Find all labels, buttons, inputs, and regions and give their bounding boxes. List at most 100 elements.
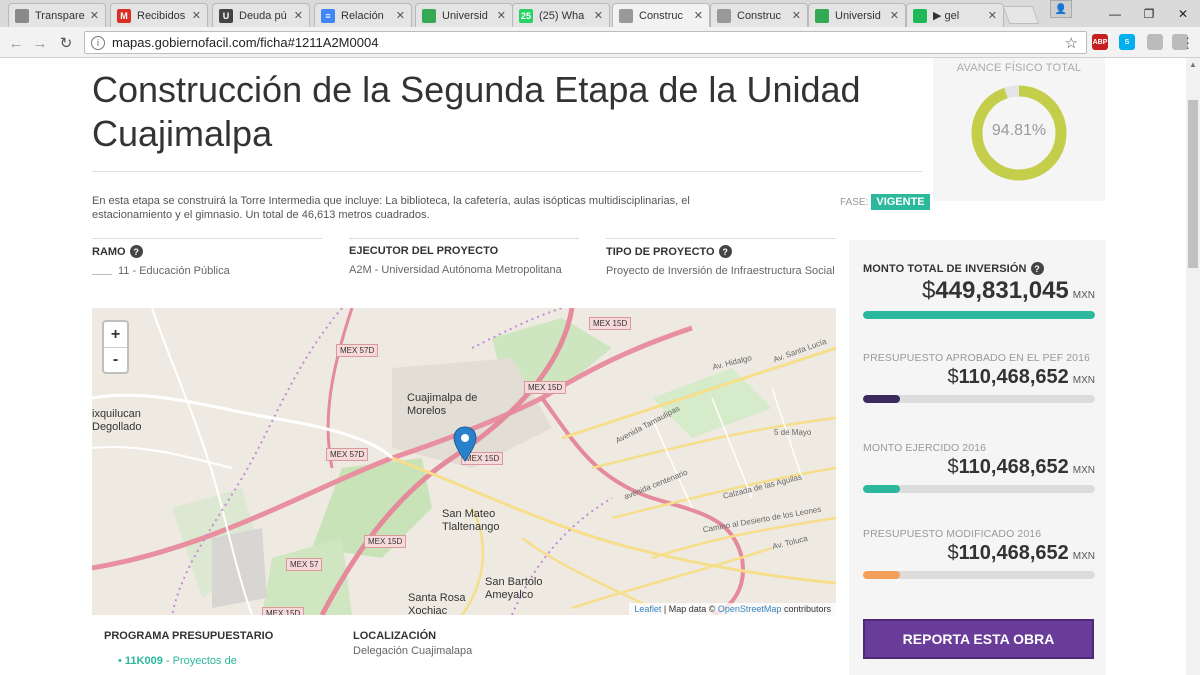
ramo-value: 11 - Educación Pública — [118, 265, 230, 277]
close-tab-icon[interactable]: ✕ — [594, 9, 603, 22]
browser-tab[interactable]: Construc ✕ — [612, 3, 710, 27]
map-label-huixquilucan: ixquilucan Degollado — [92, 408, 142, 433]
localizacion-value: Delegación Cuajimalapa — [353, 645, 473, 657]
map-shield-mex57d: MEX 57D — [326, 448, 369, 461]
close-tab-icon[interactable]: ✕ — [294, 9, 303, 22]
spotify-icon — [913, 8, 927, 23]
forward-icon[interactable]: → — [30, 33, 50, 53]
close-tab-icon[interactable]: ✕ — [90, 9, 99, 22]
browser-tab[interactable]: Universid ✕ — [415, 3, 513, 27]
total-investment: MONTO TOTAL DE INVERSIÓN? $449,831,045 MX… — [863, 262, 1095, 319]
browser-tab[interactable]: ≡ Relación ✕ — [314, 3, 412, 27]
map-attribution: Leaflet | Map data © OpenStreetMap contr… — [629, 603, 836, 615]
browser-tab[interactable]: Transpare ✕ — [8, 3, 106, 27]
currency-sign: $ — [947, 456, 959, 478]
gmail-icon: M — [117, 8, 131, 23]
bookmark-star-icon[interactable]: ☆ — [1065, 34, 1078, 52]
extension-icon[interactable] — [1147, 34, 1163, 50]
browser-tab[interactable]: M Recibidos ✕ — [110, 3, 208, 27]
address-bar[interactable]: i mapas.gobiernofacil.com/ficha#1211A2M0… — [84, 31, 1087, 54]
total-investment-amount: 449,831,045 — [935, 277, 1069, 304]
close-tab-icon[interactable]: ✕ — [988, 9, 997, 22]
map-shield-mex15d: MEX 15D — [262, 607, 305, 615]
tab-title: ▶ gel — [933, 10, 960, 22]
investment-item: PRESUPUESTO APROBADO EN EL PEF 2016 $110,… — [863, 352, 1095, 403]
menu-icon[interactable]: · · · — [1185, 30, 1190, 54]
close-tab-icon[interactable]: ✕ — [890, 9, 899, 22]
close-tab-icon[interactable]: ✕ — [396, 9, 405, 22]
tipo-label: TIPO DE PROYECTO — [606, 245, 715, 258]
title-divider — [92, 171, 922, 172]
investment-item: MONTO EJERCIDO 2016 $110,468,652 MXN — [863, 442, 1095, 493]
currency-unit: MXN — [1072, 290, 1095, 301]
help-icon[interactable]: ? — [129, 245, 143, 258]
back-icon[interactable]: ← — [6, 33, 26, 53]
leaflet-link[interactable]: Leaflet — [634, 604, 661, 614]
map-label-san-mateo: San Mateo Tlaltenango — [442, 508, 500, 533]
ejecutor-label: EJECUTOR DEL PROYECTO — [349, 245, 499, 257]
close-tab-icon[interactable]: ✕ — [694, 9, 703, 22]
currency-unit: MXN — [1072, 375, 1095, 386]
ejecutor-value: A2M - Universidad Autónoma Metropolitana — [349, 264, 562, 276]
restore-icon[interactable]: ❐ — [1132, 0, 1166, 27]
investment-item-label: PRESUPUESTO APROBADO EN EL PEF 2016 — [863, 352, 1090, 364]
zoom-in-button[interactable]: + — [104, 322, 127, 347]
currency-sign: $ — [921, 277, 936, 304]
browser-tab[interactable]: U Deuda pú ✕ — [212, 3, 310, 27]
browser-toolbar: ← → ↻ i mapas.gobiernofacil.com/ficha#12… — [0, 27, 1200, 58]
map-marker-icon[interactable] — [453, 426, 477, 462]
programa-code: 11K009 — [124, 655, 163, 667]
localizacion-label: LOCALIZACIÓN — [353, 630, 437, 642]
browser-tab[interactable]: Construc ✕ — [710, 3, 808, 27]
close-tab-icon[interactable]: ✕ — [192, 9, 201, 22]
currency-sign: $ — [947, 366, 959, 388]
project-map[interactable]: + - Cuajimalpa de Morelos ixquilucan Deg… — [92, 308, 836, 615]
report-button[interactable]: REPORTA ESTA OBRA — [863, 619, 1094, 659]
reload-icon[interactable]: ↻ — [56, 33, 76, 53]
page-scrollbar[interactable]: ▲ — [1186, 58, 1200, 675]
profile-icon[interactable]: 👤 — [1050, 0, 1072, 18]
investment-item-bar-fill — [863, 395, 901, 403]
ramo-icon — [92, 267, 112, 276]
minimize-icon[interactable]: — — [1098, 0, 1132, 27]
scrollbar-thumb[interactable] — [1188, 100, 1198, 268]
investment-item-bar — [863, 485, 1095, 493]
zoom-control: + - — [102, 320, 129, 374]
close-tab-icon[interactable]: ✕ — [497, 9, 506, 22]
investment-item-bar-fill — [863, 485, 901, 493]
help-icon[interactable]: ? — [718, 245, 732, 258]
investment-item-label: MONTO EJERCIDO 2016 — [863, 442, 987, 454]
help-icon[interactable]: ? — [1030, 262, 1044, 275]
total-investment-bar — [863, 311, 1095, 319]
currency-unit: MXN — [1072, 551, 1095, 562]
attribution-text: | Map data © — [663, 604, 716, 614]
new-tab-button[interactable] — [1002, 6, 1040, 24]
programa-value: - Proyectos de — [165, 655, 237, 667]
scroll-up-icon[interactable]: ▲ — [1189, 60, 1197, 69]
map-shield-mex57d: MEX 57D — [336, 344, 379, 357]
osm-link[interactable]: OpenStreetMap — [718, 604, 782, 614]
info-icon[interactable]: i — [91, 35, 105, 50]
browser-tab[interactable]: ▶ gel ✕ — [906, 3, 1004, 27]
browser-tab[interactable]: 25 (25) Wha ✕ — [512, 3, 610, 27]
programa-item[interactable]: • 11K009 - Proyectos de — [118, 654, 318, 668]
ejecutor-block: EJECUTOR DEL PROYECTO A2M - Universidad … — [349, 238, 579, 277]
zoom-out-button[interactable]: - — [104, 347, 127, 372]
tipo-value: Proyecto de Inversión de Infraestructura… — [606, 265, 835, 277]
tab-title: Transpare — [35, 9, 85, 22]
currency-unit: MXN — [1072, 465, 1095, 476]
close-tab-icon[interactable]: ✕ — [792, 9, 801, 22]
page-viewport: Construcción de la Segunda Etapa de la U… — [0, 58, 1186, 675]
abp-icon[interactable]: ABP — [1092, 34, 1108, 50]
tipo-block: TIPO DE PROYECTO? Proyecto de Inversión … — [606, 238, 836, 278]
globe-icon — [15, 8, 29, 23]
maps-icon — [815, 8, 829, 23]
close-window-icon[interactable]: ✕ — [1166, 0, 1200, 27]
browser-tab[interactable]: Universid ✕ — [808, 3, 906, 27]
tab-title: Relación — [341, 9, 384, 22]
skype-icon[interactable]: S — [1119, 34, 1135, 50]
map-shield-mex15d: MEX 15D — [589, 317, 632, 330]
page-icon — [619, 8, 633, 23]
phase-indicator: FASE: VIGENTE — [840, 194, 930, 210]
programa-label: PROGRAMA PRESUPUESTARIO — [104, 630, 274, 642]
